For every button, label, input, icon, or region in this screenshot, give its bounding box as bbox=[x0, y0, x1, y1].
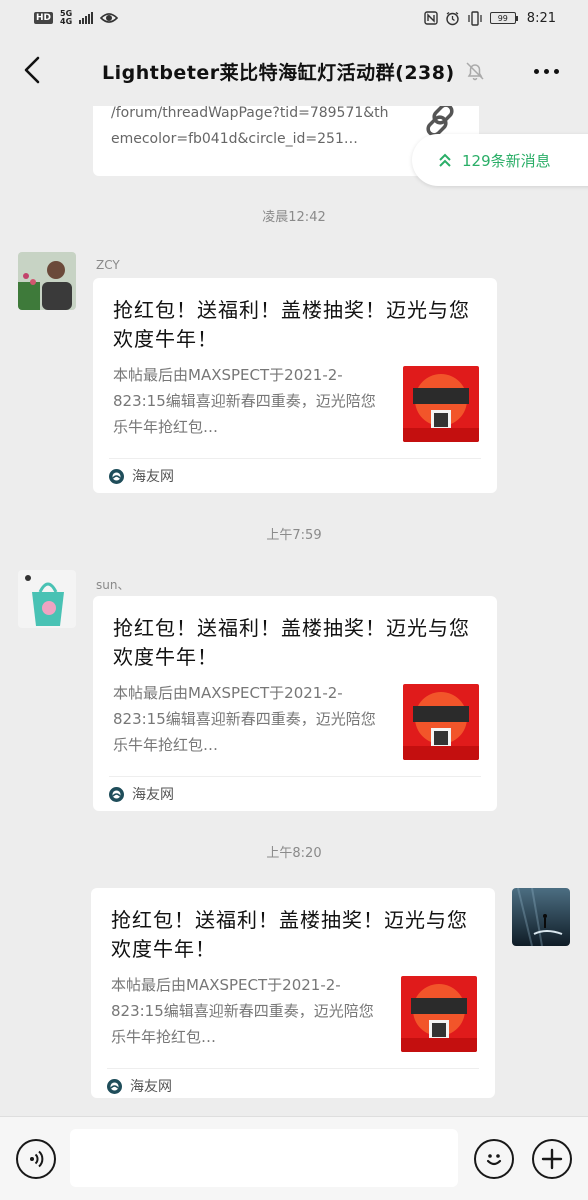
post-description: 本帖最后由MAXSPECT于2021-2-823:15编辑喜迎新春四重奏，迈光陪… bbox=[113, 366, 376, 436]
sender-name: ZCY bbox=[96, 258, 120, 272]
post-headline: 抢红包！送福利！盖楼抽奖！迈光与您欢度牛年！ bbox=[113, 616, 470, 669]
source-logo-icon bbox=[107, 1078, 122, 1094]
eye-icon bbox=[100, 13, 119, 23]
message-input[interactable] bbox=[70, 1129, 458, 1187]
vibrate-icon bbox=[468, 10, 482, 26]
thumbnail-image bbox=[403, 366, 479, 442]
clock: 8:21 bbox=[526, 10, 556, 26]
smiley-icon bbox=[486, 1154, 502, 1166]
dot-icon bbox=[553, 68, 559, 74]
source-label: 海友网 bbox=[132, 787, 174, 803]
post-source: 海友网 bbox=[107, 1076, 172, 1096]
shared-post-card[interactable]: 抢红包！送福利！盖楼抽奖！迈光与您欢度牛年！ 本帖最后由MAXSPECT于202… bbox=[93, 596, 497, 811]
card-divider bbox=[109, 776, 481, 777]
voice-input-button[interactable] bbox=[16, 1139, 56, 1179]
battery-icon: 99 bbox=[489, 12, 518, 24]
shared-post-card[interactable]: 抢红包！送福利！盖楼抽奖！迈光与您欢度牛年！ 本帖最后由MAXSPECT于202… bbox=[91, 888, 495, 1098]
post-thumbnail bbox=[401, 976, 477, 1052]
mute-bell-icon bbox=[466, 62, 484, 81]
hd-badge: HD bbox=[34, 12, 54, 24]
source-logo-icon bbox=[109, 786, 124, 802]
message-timestamp: 上午7:59 bbox=[266, 528, 322, 543]
new-messages-pill[interactable]: 129条新消息 bbox=[412, 134, 588, 186]
thumbnail-image bbox=[401, 976, 477, 1052]
thumbnail-image bbox=[403, 684, 479, 760]
back-button[interactable] bbox=[14, 52, 50, 88]
more-options-button[interactable] bbox=[526, 58, 566, 84]
network-type: 5G 4G bbox=[60, 10, 72, 26]
dot-icon bbox=[543, 68, 549, 74]
nfc-icon bbox=[424, 11, 438, 25]
source-logo-icon bbox=[109, 468, 124, 484]
double-chevron-up-icon bbox=[439, 153, 451, 167]
avatar-self[interactable] bbox=[512, 888, 570, 946]
chat-header: Lightbeter莱比特海缸灯活动群(238) bbox=[0, 36, 588, 106]
source-label: 海友网 bbox=[130, 1079, 172, 1095]
emoji-button[interactable] bbox=[474, 1139, 514, 1179]
shared-post-card[interactable]: 抢红包！送福利！盖楼抽奖！迈光与您欢度牛年！ 本帖最后由MAXSPECT于202… bbox=[93, 278, 497, 493]
chevron-left-icon bbox=[24, 56, 40, 84]
battery-level: 99 bbox=[497, 13, 508, 23]
dot-icon bbox=[533, 68, 539, 74]
chat-area[interactable]: /forum/threadWapPage?tid=789571&themecol… bbox=[0, 106, 588, 1116]
status-bar: HD 5G 4G 99 8:21 bbox=[0, 0, 588, 36]
card-divider bbox=[107, 1068, 479, 1069]
post-description: 本帖最后由MAXSPECT于2021-2-823:15编辑喜迎新春四重奏，迈光陪… bbox=[111, 976, 374, 1046]
source-label: 海友网 bbox=[132, 469, 174, 485]
new-messages-label: 129条新消息 bbox=[462, 151, 551, 170]
post-thumbnail bbox=[403, 684, 479, 760]
signal-icon bbox=[79, 12, 94, 24]
avatar[interactable] bbox=[18, 570, 76, 628]
post-description: 本帖最后由MAXSPECT于2021-2-823:15编辑喜迎新春四重奏，迈光陪… bbox=[113, 684, 376, 754]
voice-icon bbox=[30, 1150, 44, 1168]
alarm-icon bbox=[446, 11, 459, 25]
avatar-photo bbox=[18, 252, 76, 310]
sender-name: sun、 bbox=[96, 578, 130, 592]
avatar-photo bbox=[512, 888, 570, 946]
message-timestamp: 凌晨12:42 bbox=[262, 210, 326, 225]
post-source: 海友网 bbox=[109, 466, 174, 486]
input-bar bbox=[0, 1116, 588, 1200]
card-divider bbox=[109, 458, 481, 459]
network-sub-label: 4G bbox=[60, 17, 73, 26]
post-headline: 抢红包！送福利！盖楼抽奖！迈光与您欢度牛年！ bbox=[113, 298, 470, 351]
plus-icon bbox=[541, 1148, 563, 1170]
status-left: HD 5G 4G bbox=[34, 10, 119, 26]
post-thumbnail bbox=[403, 366, 479, 442]
chat-title: Lightbeter莱比特海缸灯活动群(238) bbox=[102, 62, 455, 84]
link-text: /forum/threadWapPage?tid=789571&themecol… bbox=[111, 106, 389, 147]
message-timestamp: 上午8:20 bbox=[266, 846, 322, 861]
avatar[interactable] bbox=[18, 252, 76, 310]
avatar-photo bbox=[18, 570, 76, 628]
status-right: 99 8:21 bbox=[424, 11, 556, 26]
post-source: 海友网 bbox=[109, 784, 174, 804]
post-headline: 抢红包！送福利！盖楼抽奖！迈光与您欢度牛年！ bbox=[111, 908, 468, 961]
more-functions-button[interactable] bbox=[532, 1139, 572, 1179]
